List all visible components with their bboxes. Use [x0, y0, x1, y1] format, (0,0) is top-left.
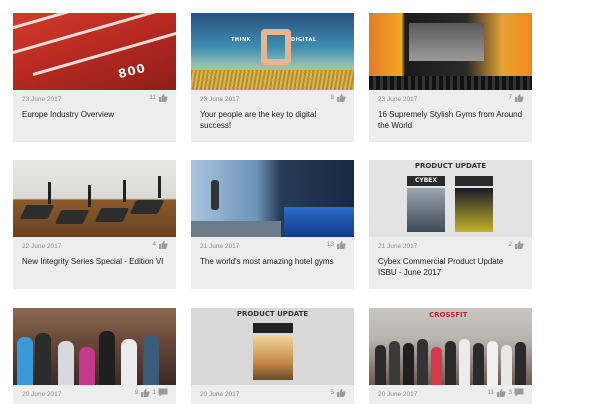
article-card[interactable]: THINK DIGITAL 23 June 2017 8 Your people…	[191, 13, 354, 142]
article-card[interactable]: 22 June 2017 4 New Integrity Series Spec…	[13, 160, 176, 289]
article-title[interactable]: Cybex Commercial Product Update ISBU - J…	[369, 253, 532, 278]
article-card[interactable]: 23 June 2017 7 16 Supremely Stylish Gyms…	[369, 13, 532, 142]
brand-logo	[253, 323, 293, 333]
article-date: 21 June 2017	[200, 243, 240, 250]
like-count: 11	[149, 94, 156, 101]
article-date: 23 June 2017	[200, 96, 240, 103]
thumbs-up-icon[interactable]	[336, 240, 346, 249]
hands-frame-image	[261, 29, 291, 65]
article-date: 22 June 2017	[22, 243, 62, 250]
article-card[interactable]: 21 June 2017 13 The world's most amazing…	[191, 160, 354, 289]
article-thumbnail[interactable]	[369, 13, 532, 90]
comment-count: 1	[152, 389, 156, 396]
thumbs-up-icon[interactable]	[514, 93, 524, 102]
comment-icon[interactable]	[158, 388, 168, 397]
like-count: 4	[152, 241, 156, 248]
article-card[interactable]: 800 23 June 2017 11 Europe Industry Over…	[13, 13, 176, 142]
thumbs-up-icon[interactable]	[336, 388, 346, 397]
like-count: 8	[330, 94, 334, 101]
track-number: 800	[116, 60, 148, 82]
article-thumbnail[interactable]	[191, 160, 354, 237]
article-date: 20 June 2017	[200, 391, 240, 398]
article-thumbnail[interactable]: THINK DIGITAL	[191, 13, 354, 90]
article-date: 20 June 2017	[378, 391, 418, 398]
like-count: 5	[330, 389, 334, 396]
article-date: 23 June 2017	[22, 96, 62, 103]
article-card[interactable]: 20 June 2017 9 1	[13, 308, 176, 404]
thumbs-up-icon[interactable]	[496, 388, 506, 397]
article-card[interactable]: CROSSFIT 20 June 2017 11 3	[369, 308, 532, 404]
article-card[interactable]: PRODUCT UPDATE CYBEX 21 June 2017 2 Cybe…	[369, 160, 532, 289]
brand-logo	[455, 176, 493, 186]
article-date: 20 June 2017	[22, 391, 62, 398]
thumbs-up-icon[interactable]	[514, 240, 524, 249]
thumbs-up-icon[interactable]	[336, 93, 346, 102]
thumbs-up-icon[interactable]	[158, 93, 168, 102]
article-thumbnail[interactable]: CROSSFIT	[369, 308, 532, 385]
article-thumbnail[interactable]	[13, 160, 176, 237]
like-count: 9	[134, 389, 139, 396]
comment-count: 3	[508, 389, 512, 396]
article-title[interactable]: New Integrity Series Special - Edition V…	[13, 253, 176, 267]
article-card[interactable]: PRODUCT UPDATE 20 June 2017 5	[191, 308, 354, 404]
article-thumbnail[interactable]	[13, 308, 176, 385]
like-count: 2	[508, 241, 512, 248]
article-thumbnail[interactable]: 800	[13, 13, 176, 90]
comment-icon[interactable]	[514, 388, 524, 397]
article-thumbnail[interactable]: PRODUCT UPDATE CYBEX	[369, 160, 532, 237]
article-date: 23 June 2017	[378, 96, 418, 103]
product-update-banner: PRODUCT UPDATE	[414, 162, 487, 170]
like-count: 7	[508, 94, 512, 101]
product-update-banner: PRODUCT UPDATE	[236, 310, 309, 318]
article-date: 21 June 2017	[378, 243, 418, 250]
thumb-text-right: DIGITAL	[291, 37, 317, 43]
thumbs-up-icon[interactable]	[158, 240, 168, 249]
article-thumbnail[interactable]: PRODUCT UPDATE	[191, 308, 354, 385]
article-title[interactable]: Europe Industry Overview	[13, 106, 176, 120]
thumbs-up-icon[interactable]	[140, 388, 150, 397]
cybex-logo: CYBEX	[407, 176, 445, 186]
like-count: 11	[487, 389, 495, 396]
article-title[interactable]: 16 Supremely Stylish Gyms from Around th…	[369, 106, 532, 131]
article-title[interactable]: Your people are the key to digital succe…	[191, 106, 354, 131]
thumb-text-left: THINK	[231, 37, 252, 43]
crossfit-sign: CROSSFIT	[429, 311, 468, 319]
article-title[interactable]: The world's most amazing hotel gyms	[191, 253, 354, 267]
like-count: 13	[326, 241, 334, 248]
